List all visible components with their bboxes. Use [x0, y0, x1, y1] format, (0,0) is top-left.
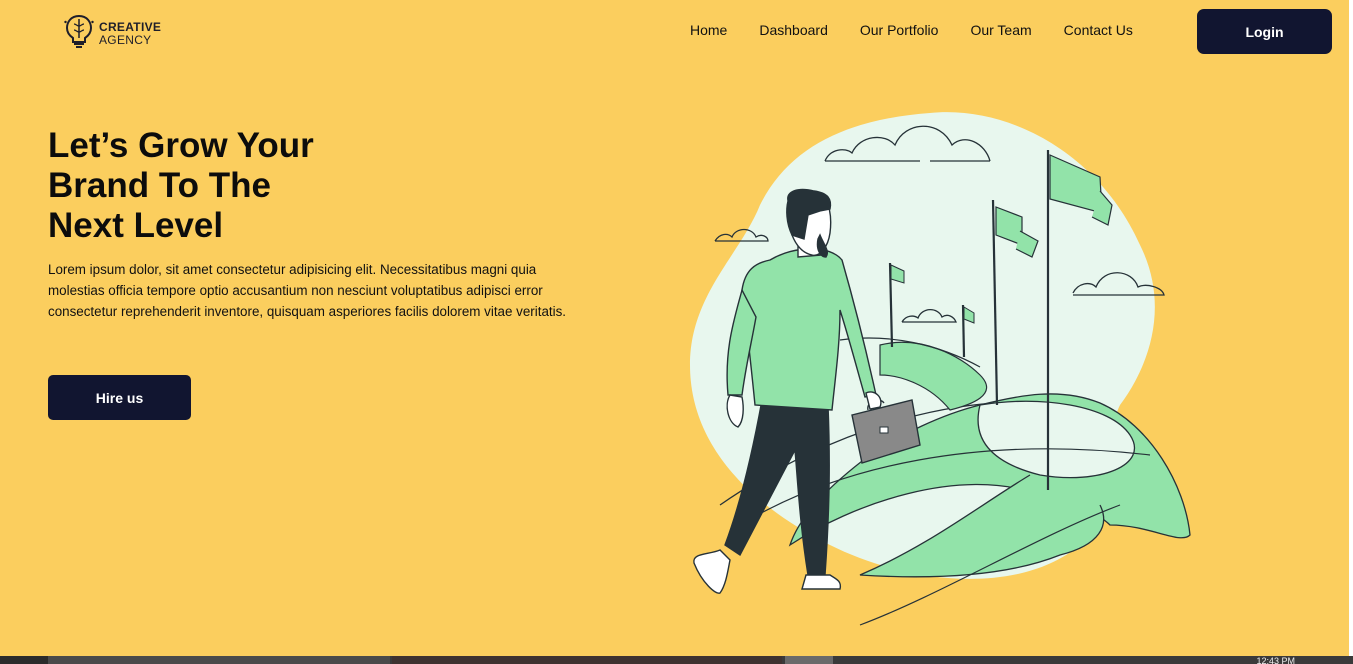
- hire-us-button[interactable]: Hire us: [48, 375, 191, 420]
- hero-title-line1: Let’s Grow Your: [48, 126, 314, 165]
- scrollbar[interactable]: [1349, 0, 1353, 656]
- brand-name-line2: AGENCY: [99, 32, 152, 47]
- login-button[interactable]: Login: [1197, 9, 1332, 54]
- hero-title-line2: Brand To The: [48, 166, 271, 205]
- nav-dashboard[interactable]: Dashboard: [759, 22, 828, 38]
- lightbulb-brain-icon: [64, 14, 94, 53]
- taskbar: 12:43 PM: [0, 656, 1353, 664]
- businessman-walking-toward-flags-illustration: [690, 112, 1191, 626]
- main-nav: Home Dashboard Our Portfolio Our Team Co…: [690, 22, 1133, 38]
- hero-title: Let’s Grow Your Brand To The Next Level: [48, 126, 368, 246]
- brand-logo[interactable]: CREATIVE AGENCY: [64, 14, 161, 53]
- taskbar-clock: 12:43 PM: [1256, 656, 1295, 664]
- nav-home[interactable]: Home: [690, 22, 727, 38]
- nav-our-portfolio[interactable]: Our Portfolio: [860, 22, 939, 38]
- hero-illustration: [680, 105, 1200, 630]
- nav-contact-us[interactable]: Contact Us: [1064, 22, 1133, 38]
- hero-title-line3: Next Level: [48, 206, 224, 245]
- hero-description: Lorem ipsum dolor, sit amet consectetur …: [48, 262, 567, 319]
- brand-name: CREATIVE AGENCY: [99, 19, 162, 47]
- brand-name-line1: CREATIVE: [99, 19, 162, 34]
- landing-page: CREATIVE AGENCY Home Dashboard Our Portf…: [0, 0, 1353, 664]
- nav-our-team[interactable]: Our Team: [970, 22, 1031, 38]
